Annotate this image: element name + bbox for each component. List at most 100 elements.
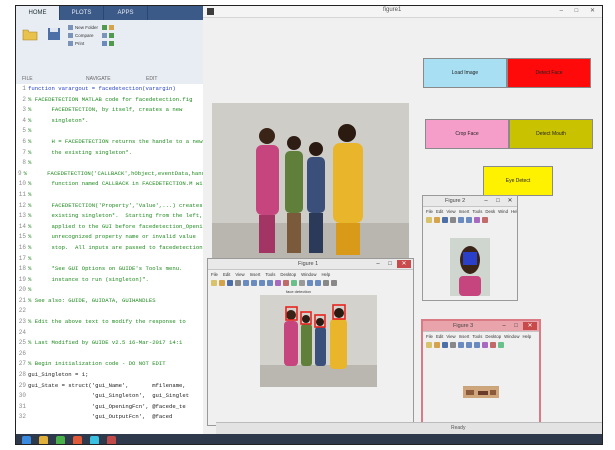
zoom-out-icon[interactable]: [466, 341, 472, 348]
menu-item-wind[interactable]: Wind: [498, 209, 508, 214]
menu-item-view[interactable]: View: [446, 334, 455, 339]
maximize-button[interactable]: □: [511, 322, 521, 330]
code-line[interactable]: 31 'gui_OpeningFcn', @facede_te: [16, 402, 215, 413]
save-button[interactable]: [44, 24, 64, 44]
menu-item-tools[interactable]: Tools: [265, 272, 275, 277]
pan-icon[interactable]: [474, 341, 480, 348]
rotate-icon[interactable]: [275, 279, 281, 286]
code-line[interactable]: 13% existing singleton*. Starting from t…: [16, 211, 215, 222]
matlab-icon[interactable]: [107, 435, 116, 444]
pan-icon[interactable]: [267, 279, 273, 286]
code-line[interactable]: 7% the existing singleton*.: [16, 148, 215, 159]
minimize-button[interactable]: –: [373, 260, 383, 268]
print-icon[interactable]: [450, 341, 456, 348]
start-icon[interactable]: [22, 435, 31, 444]
detect-mouth-button[interactable]: Detect Mouth: [509, 119, 593, 149]
code-line[interactable]: 6% H = FACEDETECTION returns the handle …: [16, 137, 215, 148]
code-line[interactable]: 29 gui_State = struct('gui_Name', mfilena…: [16, 381, 215, 392]
new-icon[interactable]: [426, 341, 432, 348]
pointer-icon[interactable]: [243, 279, 249, 286]
load-image-button[interactable]: Load Image: [423, 58, 507, 88]
data-cursor-icon[interactable]: [490, 341, 496, 348]
minimize-button[interactable]: –: [499, 322, 509, 330]
eye-detect-button[interactable]: Eye Detect: [483, 166, 553, 196]
media-icon[interactable]: [73, 435, 82, 444]
tab-home[interactable]: HOME: [16, 6, 60, 20]
new-icon[interactable]: [211, 279, 217, 286]
menu-item-window[interactable]: Window: [504, 334, 519, 339]
code-line[interactable]: 14% applied to the GUI before facedetect…: [16, 222, 215, 233]
print-icon[interactable]: [450, 216, 456, 223]
open-icon[interactable]: [219, 279, 225, 286]
menu-item-file[interactable]: File: [211, 272, 218, 277]
link-icon[interactable]: [299, 279, 305, 286]
code-line[interactable]: 5%: [16, 126, 215, 137]
menu-item-insert[interactable]: Insert: [459, 209, 470, 214]
menu-item-help[interactable]: Help: [522, 334, 531, 339]
code-line[interactable]: 3% FACEDETECTION, by itself, creates a n…: [16, 105, 215, 116]
data-cursor-icon[interactable]: [482, 216, 488, 223]
maximize-button[interactable]: □: [493, 197, 503, 205]
rotate-icon[interactable]: [482, 341, 488, 348]
open-folder-button[interactable]: [20, 24, 40, 44]
data-cursor-icon[interactable]: [283, 279, 289, 286]
close-button[interactable]: ✕: [523, 322, 537, 330]
maximize-button[interactable]: □: [385, 260, 395, 268]
close-button[interactable]: ✕: [505, 197, 515, 205]
app-icon[interactable]: [90, 435, 99, 444]
show-icon[interactable]: [331, 279, 337, 286]
print-icon[interactable]: [235, 279, 241, 286]
menu-item-desk[interactable]: Desk: [485, 209, 495, 214]
code-line[interactable]: 20%: [16, 285, 215, 296]
hide-icon[interactable]: [323, 279, 329, 286]
browser-icon[interactable]: [56, 435, 65, 444]
code-line[interactable]: 1 function varargout = facedetection(vara…: [16, 84, 215, 95]
menu-item-file[interactable]: File: [426, 334, 433, 339]
menu-item-edit[interactable]: Edit: [436, 334, 443, 339]
crop-face-button[interactable]: Crop Face: [425, 119, 509, 149]
code-line[interactable]: 19% instance to run (singleton)".: [16, 275, 215, 286]
open-icon[interactable]: [434, 341, 440, 348]
brush-icon[interactable]: [291, 279, 297, 286]
code-line[interactable]: 12% FACEDETECTION('Property','Value',...…: [16, 201, 215, 212]
code-line[interactable]: 4% singleton*.: [16, 116, 215, 127]
minimize-button[interactable]: –: [481, 197, 491, 205]
menu-item-edit[interactable]: Edit: [436, 209, 443, 214]
zoom-in-icon[interactable]: [251, 279, 257, 286]
code-line[interactable]: 21% See also: GUIDE, GUIDATA, GUIHANDLES: [16, 296, 215, 307]
menu-item-help[interactable]: Help: [321, 272, 330, 277]
rotate-icon[interactable]: [474, 216, 480, 223]
code-line[interactable]: 25% Last Modified by GUIDE v2.5 16-Mar-2…: [16, 338, 215, 349]
zoom-out-icon[interactable]: [466, 216, 472, 223]
code-line[interactable]: 8%: [16, 158, 215, 169]
colorbar-icon[interactable]: [307, 279, 313, 286]
compare-item[interactable]: Compare: [68, 32, 98, 38]
new-folder-item[interactable]: New Folder: [68, 24, 98, 30]
code-line[interactable]: 24: [16, 328, 215, 339]
code-line[interactable]: 18% *See GUI Options on GUIDE's Tools me…: [16, 264, 215, 275]
save-icon[interactable]: [227, 279, 233, 286]
file-explorer-icon[interactable]: [39, 435, 48, 444]
find-item[interactable]: [102, 32, 115, 38]
menu-item-window[interactable]: Window: [301, 272, 316, 277]
code-line[interactable]: 27% Begin initialization code - DO NOT E…: [16, 359, 215, 370]
print-item[interactable]: Print: [68, 40, 98, 46]
brush-icon[interactable]: [498, 341, 504, 348]
tab-plots[interactable]: PLOTS: [60, 6, 104, 20]
code-line[interactable]: 28 gui_Singleton = 1;: [16, 370, 215, 381]
menu-item-file[interactable]: File: [426, 209, 433, 214]
window-controls[interactable]: – □ ✕: [560, 7, 600, 14]
detect-face-button[interactable]: Detect Face: [507, 58, 591, 88]
menu-item-desktop[interactable]: Desktop: [485, 334, 501, 339]
go-to-item[interactable]: [102, 24, 115, 30]
code-line[interactable]: 15% unrecognized property name or invali…: [16, 232, 215, 243]
menu-item-tools[interactable]: Tools: [472, 334, 482, 339]
code-line[interactable]: 26: [16, 349, 215, 360]
code-line[interactable]: 10% function named CALLBACK in FACEDETEC…: [16, 179, 215, 190]
tab-apps[interactable]: APPS: [104, 6, 148, 20]
zoom-in-icon[interactable]: [458, 216, 464, 223]
code-editor[interactable]: 1 function varargout = facedetection(vara…: [16, 84, 216, 434]
menu-item-tools[interactable]: Tools: [472, 209, 482, 214]
menu-item-view[interactable]: View: [235, 272, 244, 277]
save-icon[interactable]: [442, 341, 448, 348]
